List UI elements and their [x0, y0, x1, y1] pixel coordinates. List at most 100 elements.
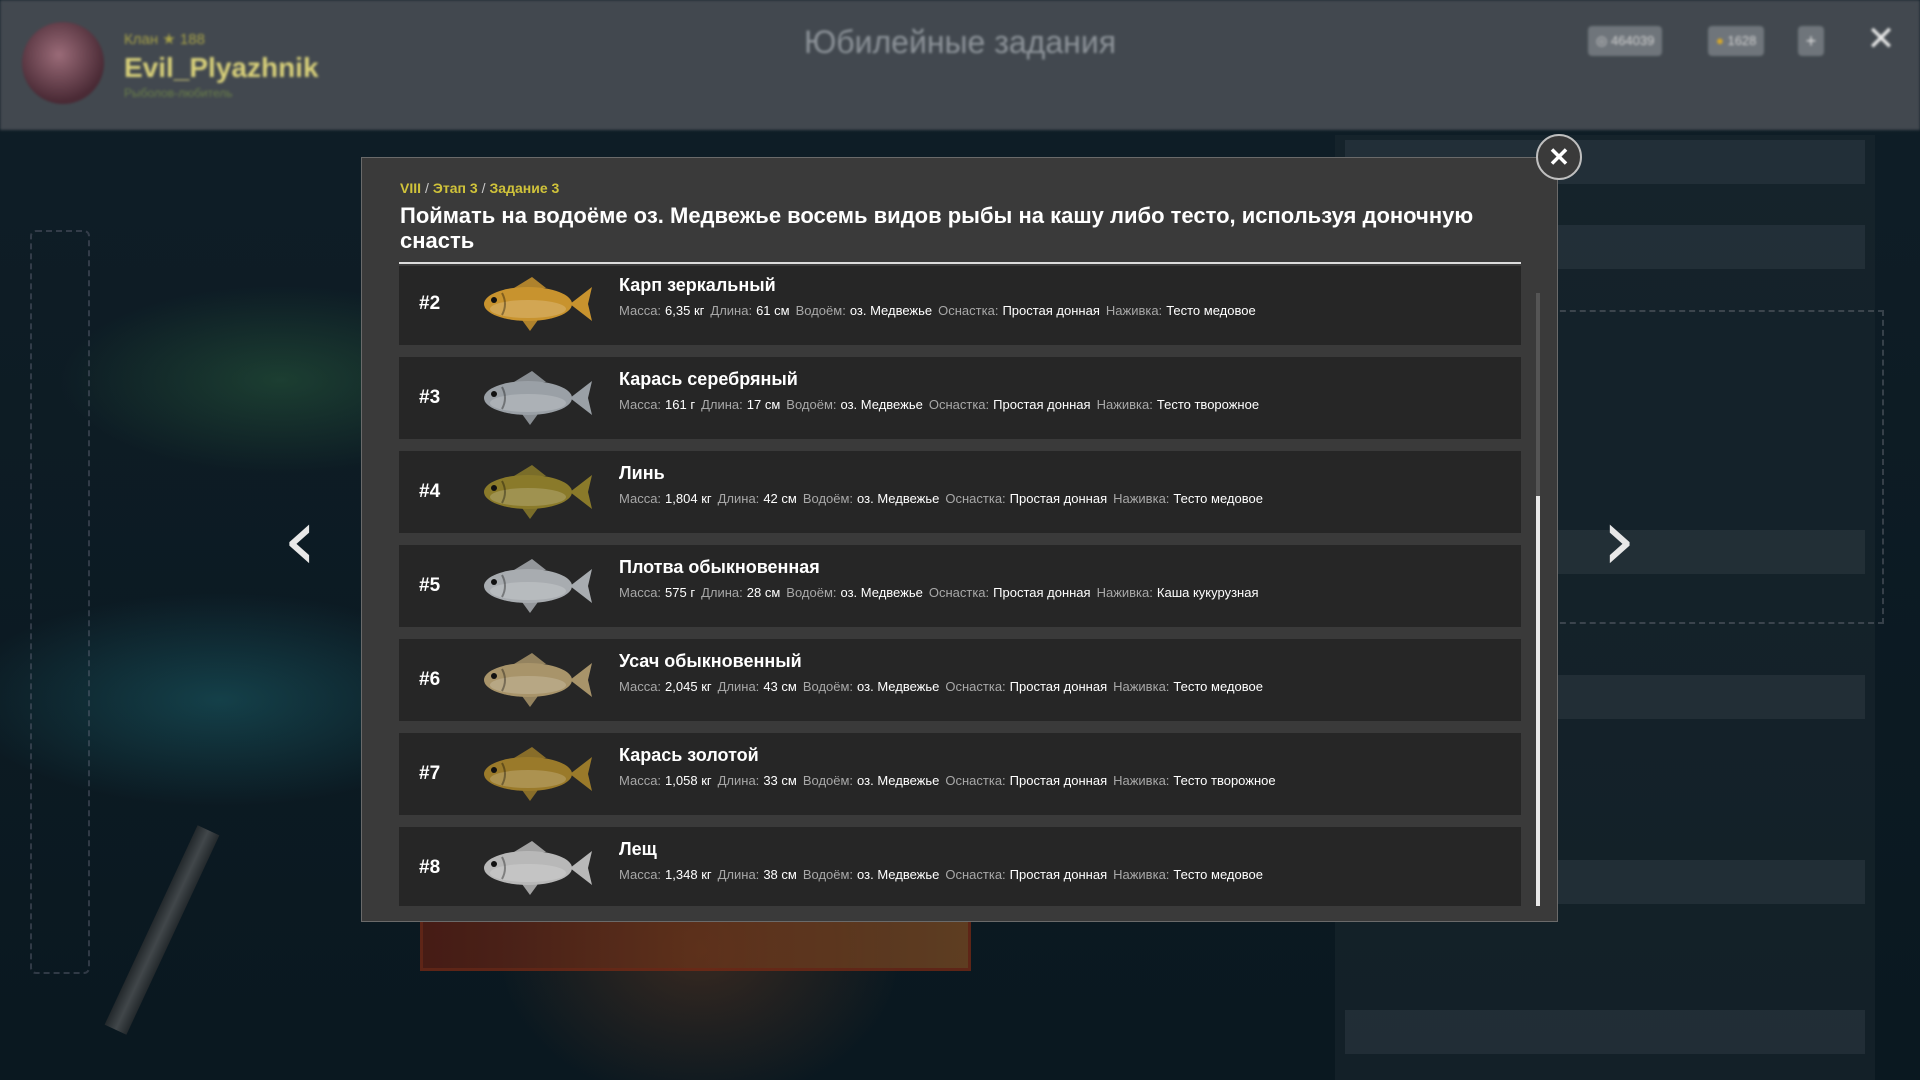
fish-mass-value: 6,35 кг — [665, 303, 705, 318]
fish-details: Масса: 1,348 кг Длина: 38 см Водоём: оз. Медв… — [619, 867, 1269, 882]
silver-currency: ◎ 464039 — [1588, 26, 1663, 56]
tench-fish-icon — [484, 465, 592, 519]
fish-mass-label: Масса: — [619, 491, 662, 506]
fish-mass-label: Масса: — [619, 397, 662, 412]
fish-name: Линь — [619, 463, 665, 483]
fish-length-label: Длина: — [701, 397, 743, 412]
next-arrow-icon[interactable]: › — [1594, 497, 1644, 583]
fish-name: Карп зеркальный — [619, 275, 776, 295]
fish-water-label: Водоём: — [802, 773, 854, 788]
golden-crucian-fish-icon — [484, 747, 592, 801]
fish-length-label: Длина: — [717, 867, 760, 882]
fish-row[interactable]: #2 Карп зеркальный Масса: 6,35 кг Длина: 61 с… — [399, 266, 1521, 345]
barbel-fish-icon — [484, 653, 592, 707]
fish-details: Масса: 1,058 кг Длина: 33 см Водоём: оз. Медв… — [619, 773, 1282, 788]
breadcrumb-chapter[interactable]: VIII — [400, 180, 421, 196]
modal-close-button[interactable]: ✕ — [1536, 134, 1582, 180]
gold-amount: 1628 — [1727, 33, 1757, 48]
fish-water-label: Водоём: — [802, 491, 854, 506]
fish-water-value: оз. Медвежье — [857, 867, 940, 882]
player-rank: Клан ★ 188 — [124, 31, 205, 48]
fish-bait-label: Наживка: — [1096, 585, 1153, 600]
breadcrumb: VIII / Этап 3/Задание 3 — [400, 180, 559, 196]
page-title: Юбилейные задания — [803, 24, 1117, 60]
gold-currency: ● 1628 — [1708, 26, 1765, 56]
breadcrumb-task: Задание 3 — [489, 180, 560, 196]
fish-mass-value: 575 г — [665, 585, 696, 600]
fish-mass-label: Масса: — [619, 773, 662, 788]
add-currency-button[interactable]: + — [1798, 26, 1824, 56]
fish-water-value: оз. Медвежье — [857, 679, 940, 694]
fish-row[interactable]: #6 Усач обыкновенный Масса: 2,045 кг Длина: 4… — [399, 639, 1521, 721]
fish-length-value: 61 см — [756, 303, 790, 318]
fish-bait-value: Тесто медовое — [1173, 679, 1263, 694]
background-card — [420, 915, 971, 971]
fish-tackle-label: Оснастка: — [928, 585, 990, 600]
fish-tackle-label: Оснастка: — [945, 491, 1006, 506]
fish-number: #5 — [419, 575, 441, 596]
fish-tackle-label: Оснастка: — [928, 397, 990, 412]
fish-length-label: Длина: — [717, 679, 760, 694]
prev-arrow-icon[interactable]: ‹ — [275, 497, 325, 583]
fish-details: Масса: 6,35 кг Длина: 61 см Водоём: оз. Медве… — [619, 303, 1262, 318]
fish-row[interactable]: #3 Карась серебряный Масса: 161 г Длина: 17 с… — [399, 357, 1521, 439]
fish-bait-value: Тесто медовое — [1173, 867, 1263, 882]
fish-length-value: 17 см — [746, 397, 781, 412]
fish-length-value: 42 см — [763, 491, 797, 506]
fish-bait-label: Наживка: — [1113, 867, 1170, 882]
task-title: Поймать на водоёме оз. Медвежье восемь в… — [400, 203, 1474, 253]
fish-tackle-value: Простая донная — [1009, 867, 1108, 882]
fish-mass-value: 1,804 кг — [665, 491, 712, 506]
breadcrumb-separator: / — [425, 180, 429, 196]
fish-bait-value: Тесто медовое — [1173, 491, 1263, 506]
fish-mass-value: 1,058 кг — [665, 773, 712, 788]
close-icon[interactable]: ✕ — [1866, 22, 1896, 56]
fish-list[interactable]: #2 Карп зеркальный Масса: 6,35 кг Длина: 61 с… — [399, 266, 1521, 906]
fish-tackle-label: Оснастка: — [945, 679, 1006, 694]
background-task-row — [1345, 1010, 1865, 1054]
fish-water-value: оз. Медвежье — [840, 585, 923, 600]
fish-number: #3 — [419, 387, 441, 408]
fish-row[interactable]: #4 Линь Масса: 1,804 кг Длина: 42 см Водоём: оз… — [399, 451, 1521, 533]
bream-fish-icon — [484, 841, 592, 895]
fish-name: Плотва обыкновенная — [619, 557, 820, 577]
fish-mass-label: Масса: — [619, 867, 662, 882]
fish-length-label: Длина: — [717, 773, 760, 788]
breadcrumb-stage[interactable]: Этап 3 — [433, 180, 478, 196]
fish-bait-value: Тесто медовое — [1166, 303, 1256, 318]
fish-number: #2 — [419, 293, 441, 314]
fish-water-value: оз. Медвежье — [857, 773, 940, 788]
fish-name: Лещ — [619, 839, 657, 859]
silver-amount: 464039 — [1610, 33, 1655, 48]
fish-water-label: Водоём: — [802, 679, 854, 694]
fish-details: Масса: 1,804 кг Длина: 42 см Водоём: оз. Медв… — [619, 491, 1269, 506]
fish-bait-label: Наживка: — [1113, 491, 1170, 506]
fish-bait-label: Наживка: — [1113, 773, 1170, 788]
fish-mass-label: Масса: — [619, 585, 662, 600]
fish-tackle-value: Простая донная — [1002, 303, 1100, 318]
fish-bait-value: Тесто творожное — [1173, 773, 1276, 788]
fish-name: Карась серебряный — [619, 369, 798, 389]
gold-coin-icon: ● — [1716, 33, 1728, 48]
fish-tackle-value: Простая донная — [1009, 773, 1108, 788]
fish-mass-value: 1,348 кг — [665, 867, 712, 882]
fish-row[interactable]: #7 Карась золотой Масса: 1,058 кг Длина: 33 с… — [399, 733, 1521, 815]
fish-number: #8 — [419, 857, 441, 878]
fish-water-value: оз. Медвежье — [840, 397, 923, 412]
fish-mass-value: 2,045 кг — [665, 679, 712, 694]
avatar[interactable] — [22, 22, 104, 104]
fish-water-label: Водоём: — [786, 397, 837, 412]
fish-length-value: 28 см — [746, 585, 781, 600]
fish-water-value: оз. Медвежье — [849, 303, 933, 318]
fish-row[interactable]: #5 Плотва обыкновенная Масса: 575 г Длина: 28… — [399, 545, 1521, 627]
fish-details: Масса: 161 г Длина: 17 см Водоём: оз. Медвежь… — [619, 397, 1265, 412]
divider — [399, 262, 1521, 264]
fish-bait-label: Наживка: — [1113, 679, 1170, 694]
silver-crucian-fish-icon — [484, 371, 592, 425]
player-subtitle: Рыболов-любитель — [124, 86, 233, 100]
fish-row[interactable]: #8 Лещ Масса: 1,348 кг Длина: 38 см Водоём: оз.… — [399, 827, 1521, 906]
fish-tackle-value: Простая донная — [1009, 491, 1108, 506]
scrollbar-thumb[interactable] — [1536, 496, 1540, 906]
fish-length-value: 33 см — [763, 773, 797, 788]
fish-number: #4 — [419, 481, 441, 502]
